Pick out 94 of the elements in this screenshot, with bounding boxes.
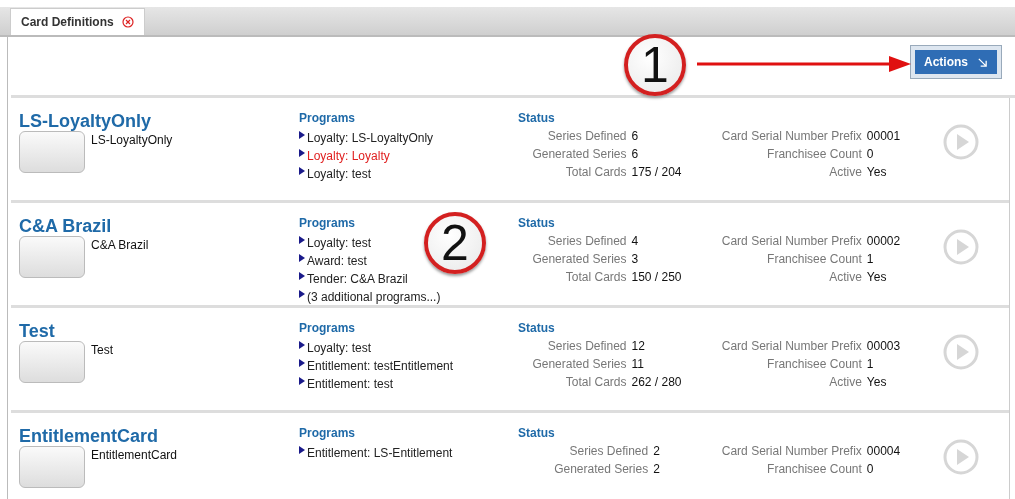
status-label: Franchisee Count <box>766 462 862 476</box>
card-caption: LS-LoyaltyOnly <box>91 133 173 149</box>
status-value: 0 <box>866 462 875 476</box>
card-caption: Test <box>91 343 113 359</box>
status-label: Franchisee Count <box>766 147 862 161</box>
bullet-icon <box>299 254 305 262</box>
arrow-icon <box>977 56 988 68</box>
program-link[interactable]: Loyalty: test <box>307 339 372 357</box>
bullet-icon <box>299 341 305 349</box>
actions-button[interactable]: Actions <box>915 50 997 74</box>
card-image <box>19 341 85 383</box>
programs-heading: Programs <box>299 111 356 125</box>
tab[interactable]: Card Definitions <box>10 8 145 35</box>
programs-heading: Programs <box>299 321 356 335</box>
status-value: 150 / 250 <box>631 270 683 284</box>
status-label: Active <box>828 270 862 284</box>
status-label: Card Serial Number Prefix <box>720 339 862 353</box>
program-link[interactable]: Award: test <box>307 252 367 270</box>
status-value: Yes <box>866 375 888 389</box>
close-icon[interactable] <box>121 16 134 28</box>
status-label: Franchisee Count <box>766 252 862 266</box>
status-label: Total Cards <box>564 375 627 389</box>
bullet-icon <box>299 377 305 385</box>
program-link[interactable]: Loyalty: Loyalty <box>307 147 390 165</box>
status-value: 00004 <box>866 444 902 458</box>
program-link[interactable]: Entitlement: test <box>307 375 394 393</box>
status-heading: Status <box>518 321 555 335</box>
status-value: 12 <box>631 339 646 353</box>
status-label: Active <box>828 375 862 389</box>
status-value: 00003 <box>866 339 902 353</box>
callout-badge: 1 <box>624 34 686 96</box>
bullet-icon <box>299 236 305 244</box>
status-label: Franchisee Count <box>766 357 862 371</box>
status-value: 6 <box>631 129 640 143</box>
status-value: Yes <box>866 165 888 179</box>
status-label: Generated Series <box>531 147 627 161</box>
programs-heading: Programs <box>299 426 356 440</box>
status-value: 00002 <box>866 234 902 248</box>
status-label: Generated Series <box>531 252 627 266</box>
bullet-icon <box>299 272 305 280</box>
status-label: Card Serial Number Prefix <box>720 234 862 248</box>
program-link[interactable]: Entitlement: testEntitlement <box>307 357 454 375</box>
status-value: 2 <box>653 462 661 476</box>
status-value: 0 <box>866 147 875 161</box>
status-value: 262 / 280 <box>631 375 683 389</box>
status-label: Series Defined <box>568 444 649 458</box>
status-label: Active <box>828 165 862 179</box>
bullet-icon <box>299 359 305 367</box>
status-heading: Status <box>518 216 555 230</box>
status-label: Card Serial Number Prefix <box>720 129 862 143</box>
program-link[interactable]: Loyalty: test <box>307 165 372 183</box>
tab-label: Card Definitions <box>21 15 114 29</box>
status-value: 1 <box>866 252 875 266</box>
card-name[interactable]: LS-LoyaltyOnly <box>19 111 152 131</box>
status-value: 2 <box>653 444 661 458</box>
status-label: Series Defined <box>546 339 627 353</box>
status-value: 175 / 204 <box>631 165 683 179</box>
status-label: Series Defined <box>546 234 627 248</box>
status-value: 6 <box>631 147 640 161</box>
status-value: 00001 <box>866 129 902 143</box>
status-label: Card Serial Number Prefix <box>720 444 862 458</box>
card-row[interactable]: EntitlementCard EntitlementCard Programs Entitlement: LS-Entitlement Status Series Defined 2 Generated Series 2 Card Serial Number Prefix 00004 Franchisee Count 0 <box>11 413 1009 499</box>
program-link[interactable]: (3 additional programs...) <box>307 288 441 306</box>
status-value: 1 <box>866 357 875 371</box>
status-value: 11 <box>631 357 645 371</box>
card-image <box>19 131 85 173</box>
callout-badge: 2 <box>424 212 486 274</box>
status-value: 3 <box>631 252 640 266</box>
status-value: Yes <box>866 270 888 284</box>
program-link[interactable]: Loyalty: LS-LoyaltyOnly <box>307 129 434 147</box>
status-label: Total Cards <box>564 270 627 284</box>
card-caption: C&A Brazil <box>91 238 149 254</box>
status-heading: Status <box>518 111 555 125</box>
card-name[interactable]: EntitlementCard <box>19 426 159 446</box>
card-name[interactable]: Test <box>19 321 55 341</box>
status-label: Total Cards <box>564 165 627 179</box>
bullet-icon <box>299 149 305 157</box>
card-image <box>19 446 85 488</box>
bullet-icon <box>299 167 305 175</box>
card-name[interactable]: C&A Brazil <box>19 216 112 236</box>
program-link[interactable]: Loyalty: test <box>307 234 372 252</box>
program-link[interactable]: Tender: C&A Brazil <box>307 270 408 288</box>
bullet-icon <box>299 446 305 454</box>
status-value: 4 <box>631 234 640 248</box>
program-link[interactable]: Entitlement: LS-Entitlement <box>307 444 453 462</box>
card-caption: EntitlementCard <box>91 448 178 464</box>
status-label: Series Defined <box>546 129 627 143</box>
status-heading: Status <box>518 426 555 440</box>
bullet-icon <box>299 290 305 298</box>
status-label: Generated Series <box>553 462 649 476</box>
card-image <box>19 236 85 278</box>
bullet-icon <box>299 131 305 139</box>
programs-heading: Programs <box>299 216 356 230</box>
status-label: Generated Series <box>531 357 627 371</box>
